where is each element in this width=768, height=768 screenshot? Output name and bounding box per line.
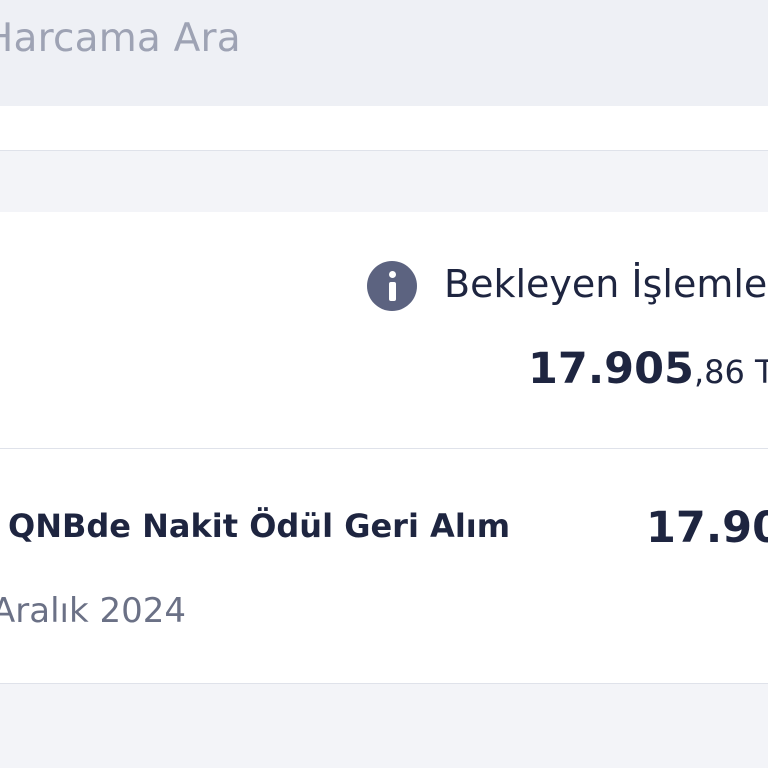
page: Harcama Ara Bekleyen İşlemler 17.905,86 … bbox=[0, 0, 768, 768]
transaction-row[interactable]: QNBde Nakit Ödül Geri Alım 17.905,86 TL … bbox=[0, 449, 768, 684]
pending-amount-integer: 17.905 bbox=[528, 344, 694, 394]
transaction-date: Aralık 2024 bbox=[0, 591, 186, 631]
section-divider bbox=[0, 106, 768, 151]
search-bar[interactable]: Harcama Ara bbox=[0, 0, 768, 106]
pending-total-amount: 17.905,86 TL bbox=[528, 344, 768, 394]
section-gap bbox=[0, 151, 768, 212]
transaction-amount: 17.905,86 TL bbox=[646, 503, 768, 553]
pending-amount-decimal: ,86 TL bbox=[693, 353, 768, 391]
transaction-title: QNBde Nakit Ödül Geri Alım bbox=[8, 507, 511, 545]
info-icon-bar bbox=[389, 282, 396, 301]
pending-transactions-title: Bekleyen İşlemler bbox=[444, 262, 768, 306]
info-icon[interactable] bbox=[367, 261, 417, 311]
pending-transactions-panel[interactable]: Bekleyen İşlemler 17.905,86 TL bbox=[0, 212, 768, 449]
info-icon-dot bbox=[389, 271, 396, 278]
search-input[interactable]: Harcama Ara bbox=[0, 16, 241, 61]
bottom-spacer bbox=[0, 684, 768, 768]
